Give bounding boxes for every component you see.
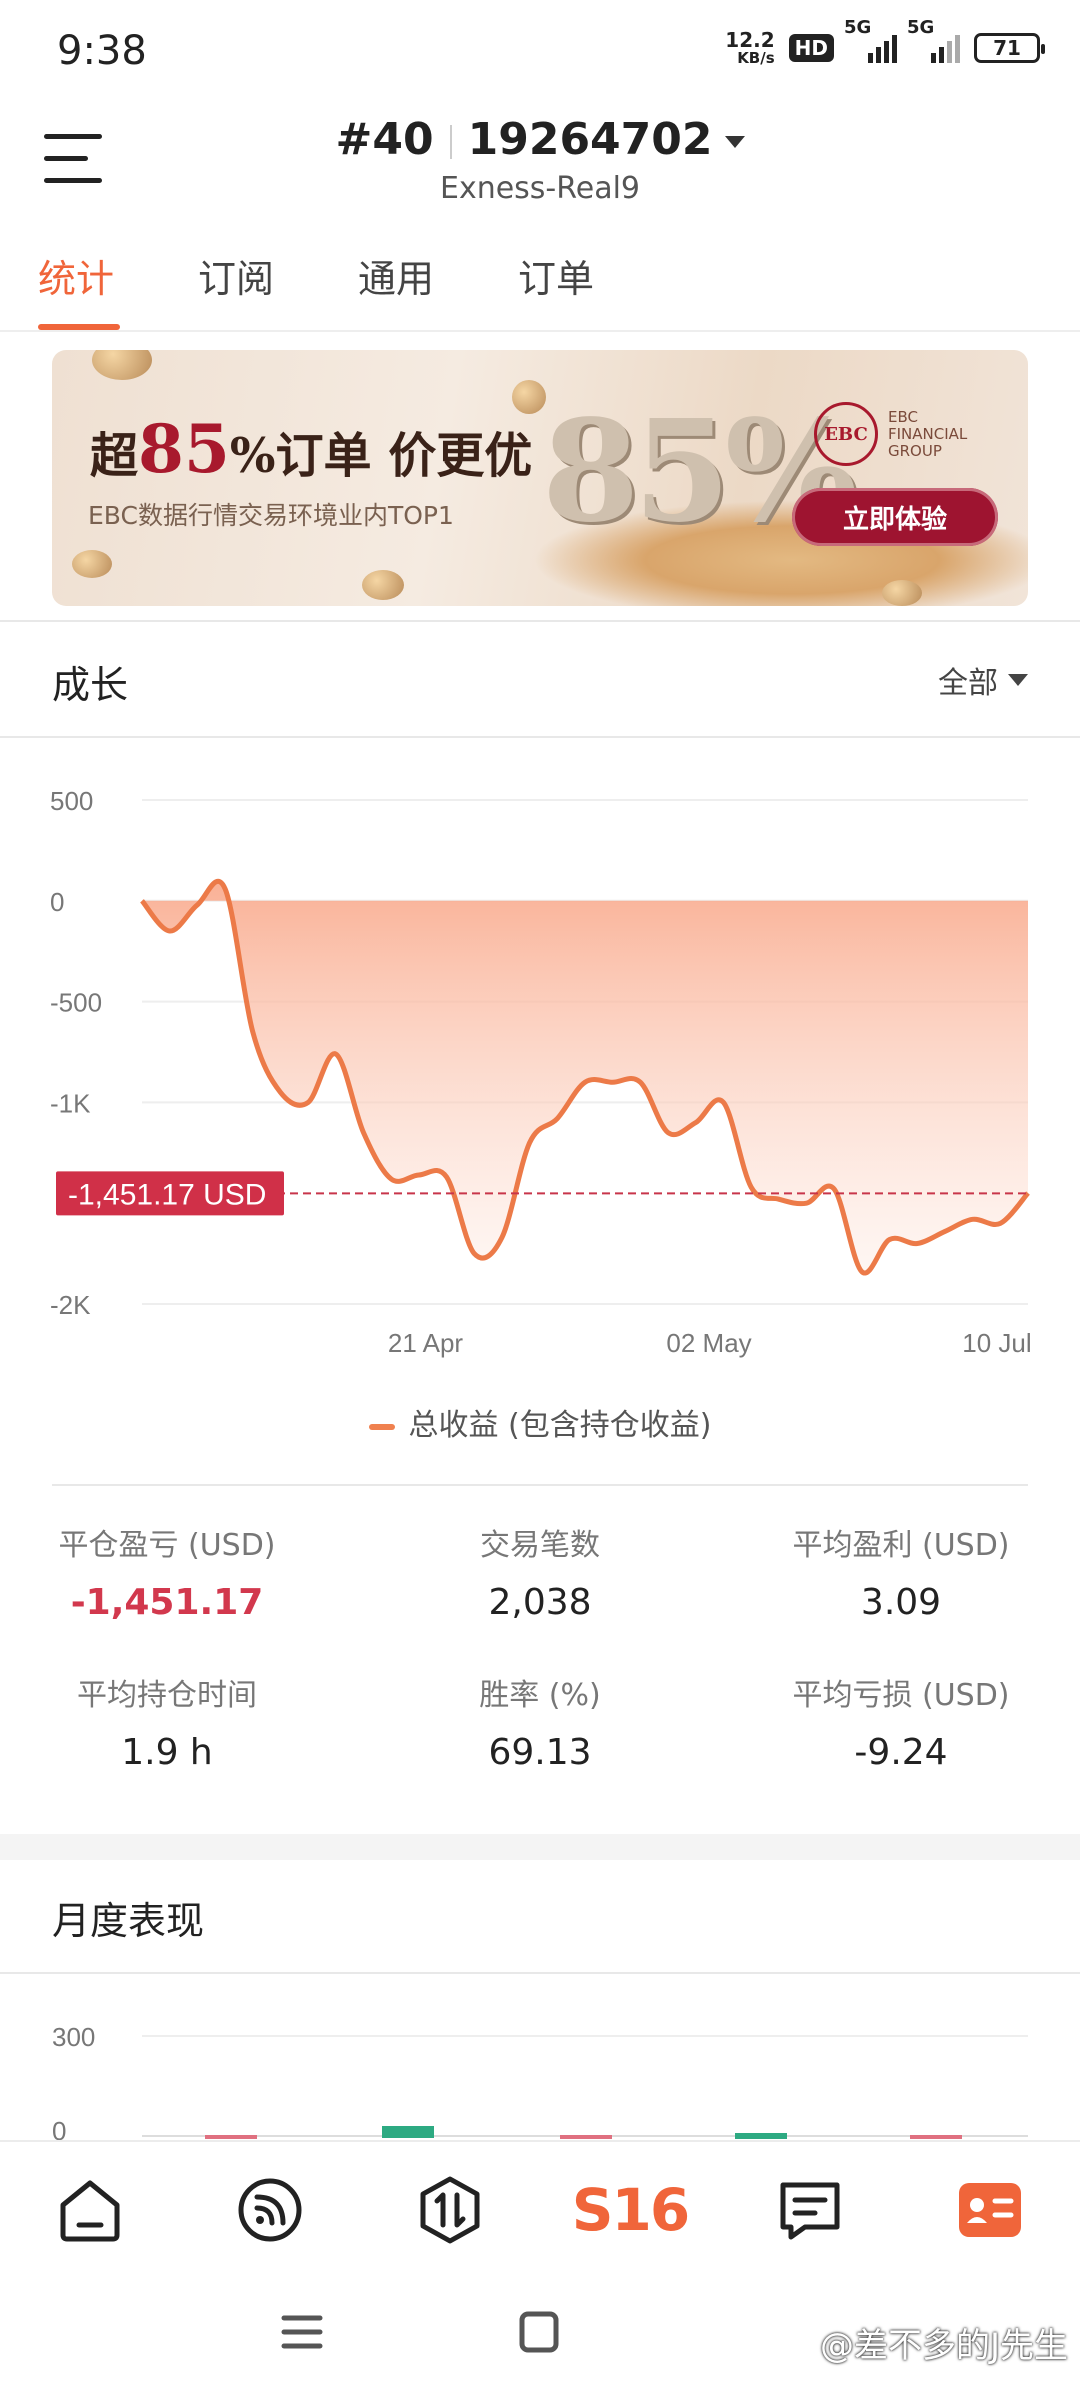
battery-icon: 71 <box>974 33 1045 63</box>
ad-banner[interactable]: 超85%订单 价更优 EBC数据行情交易环境业内TOP1 85% EBC EBC… <box>52 350 1028 606</box>
section-divider <box>0 736 1080 738</box>
signal-icon-2: 5G <box>907 17 960 63</box>
growth-title: 成长 <box>52 663 129 707</box>
status-bar: 9:38 12.2 KB/s HD 5G 5G 71 <box>0 0 1080 100</box>
monthly-bar[interactable] <box>560 2135 612 2139</box>
chart-legend: 总收益 (包含持仓收益) <box>0 1400 1080 1444</box>
stats-divider <box>52 1484 1028 1486</box>
y-tick-label: 500 <box>50 786 93 816</box>
stat-label: 胜率 (%) <box>479 1678 601 1713</box>
y-tick-label: -500 <box>50 988 102 1018</box>
stat-avg-loss: 平均亏损 (USD) -9.24 <box>736 1670 1066 1773</box>
stat-label: 平均亏损 (USD) <box>792 1678 1010 1713</box>
stat-label: 平均持仓时间 <box>77 1678 257 1713</box>
bottom-nav: S16 <box>0 2140 1080 2270</box>
period-filter-label: 全部 <box>938 666 998 701</box>
section-gap <box>0 1834 1080 1860</box>
stat-value: -1,451.17 <box>70 1582 264 1623</box>
signal-feed-icon <box>238 2178 302 2242</box>
stat-value: 1.9 h <box>121 1732 213 1773</box>
chevron-down-icon <box>1008 674 1028 686</box>
tab-general[interactable]: 通用 <box>358 248 434 303</box>
tab-statistics[interactable]: 统计 <box>38 248 114 303</box>
ebc-logo-mark: EBC <box>814 402 878 466</box>
status-icons: 12.2 KB/s HD 5G 5G 71 <box>725 17 1045 66</box>
message-icon <box>780 2182 840 2240</box>
tab-bar: 统计 订阅 通用 订单 <box>0 240 1080 332</box>
home-button-icon[interactable] <box>519 2311 559 2353</box>
home-icon <box>60 2180 120 2242</box>
monthly-chart-svg: 300 0 <box>52 2022 1028 2146</box>
stat-closed-pnl: 平仓盈亏 (USD) -1,451.17 <box>2 1520 332 1623</box>
recent-apps-icon[interactable] <box>281 2315 323 2349</box>
monthly-bar[interactable] <box>205 2135 257 2139</box>
monthly-bar[interactable] <box>735 2133 787 2139</box>
monthly-bar[interactable] <box>382 2126 434 2138</box>
nav-profile[interactable] <box>950 2170 1030 2250</box>
stat-trade-count: 交易笔数 2,038 <box>375 1520 705 1623</box>
stat-value: -9.24 <box>854 1732 948 1773</box>
stat-value: 69.13 <box>488 1732 592 1773</box>
account-server: Exness-Real9 <box>439 171 641 206</box>
ebc-logo: EBC EBC FINANCIAL GROUP <box>814 402 967 466</box>
section-divider <box>0 1972 1080 1974</box>
nav-signals[interactable] <box>230 2170 310 2250</box>
watermark: @差不多的J先生 <box>819 2326 1068 2366</box>
tab-orders[interactable]: 订单 <box>518 248 594 303</box>
nav-trade[interactable] <box>410 2170 490 2250</box>
banner-headline: 超85%订单 价更优 <box>90 410 533 488</box>
tab-subscribe[interactable]: 订阅 <box>198 248 274 303</box>
trade-icon <box>420 2176 480 2244</box>
account-rank: #40 <box>335 114 434 165</box>
account-number: 19264702 <box>467 114 713 165</box>
x-tick-label: 02 May <box>666 1328 751 1358</box>
nav-s16[interactable]: S16 <box>572 2170 690 2250</box>
hd-icon: HD <box>788 34 834 62</box>
y-tick-label: -2K <box>50 1290 91 1320</box>
x-tick-label: 21 Apr <box>388 1328 464 1358</box>
current-value-label: -1,451.17 USD <box>68 1178 266 1211</box>
profile-card-icon <box>959 2183 1021 2237</box>
net-speed-unit: KB/s <box>737 49 775 67</box>
x-tick-label: 10 Jul <box>962 1328 1031 1358</box>
monthly-chart[interactable]: 300 0 <box>0 1990 1080 2146</box>
s16-logo: S16 <box>571 2176 690 2244</box>
stat-win-rate: 胜率 (%) 69.13 <box>375 1670 705 1773</box>
account-selector[interactable]: #40 19264702 Exness-Real9 <box>0 114 1080 206</box>
app-header: #40 19264702 Exness-Real9 <box>0 100 1080 220</box>
section-divider <box>0 620 1080 622</box>
sim1-label: 5G <box>844 17 872 38</box>
active-tab-indicator <box>38 324 120 330</box>
net-speed: 12.2 KB/s <box>725 30 774 66</box>
chevron-down-icon <box>724 136 745 148</box>
monthly-bar[interactable] <box>910 2135 962 2139</box>
net-speed-value: 12.2 <box>725 28 775 52</box>
monthly-y-tick: 300 <box>52 2022 95 2052</box>
y-tick-label: 0 <box>50 887 64 917</box>
nav-home[interactable] <box>50 2170 130 2250</box>
status-time: 9:38 <box>57 28 147 74</box>
signal-icon: 5G <box>844 17 897 63</box>
growth-chart[interactable]: 500 0 -500 -1K -2K 21 Apr 02 May 10 Jul -1,451… <box>0 740 1080 1380</box>
banner-subtitle: EBC数据行情交易环境业内TOP1 <box>88 501 454 530</box>
stat-avg-profit: 平均盈利 (USD) 3.09 <box>736 1520 1066 1623</box>
sim2-label: 5G <box>907 17 935 38</box>
stat-label: 平仓盈亏 (USD) <box>58 1528 276 1563</box>
monthly-y-tick: 0 <box>52 2116 66 2140</box>
try-now-button[interactable]: 立即体验 <box>792 488 998 546</box>
stat-label: 平均盈利 (USD) <box>792 1528 1010 1563</box>
y-tick-label: -1K <box>50 1088 91 1118</box>
stat-avg-hold-time: 平均持仓时间 1.9 h <box>2 1670 332 1773</box>
monthly-title: 月度表现 <box>52 1899 205 1943</box>
stat-value: 3.09 <box>860 1582 942 1623</box>
stat-value: 2,038 <box>488 1582 592 1623</box>
legend-label: 总收益 (包含持仓收益) <box>408 1408 712 1443</box>
legend-swatch <box>368 1423 395 1430</box>
nav-messages[interactable] <box>770 2170 850 2250</box>
growth-chart-svg: 500 0 -500 -1K -2K 21 Apr 02 May 10 Jul -1,451… <box>50 786 1032 1358</box>
period-filter[interactable]: 全部 <box>938 658 1028 702</box>
stat-label: 交易笔数 <box>480 1528 600 1563</box>
rank-divider <box>449 125 452 159</box>
